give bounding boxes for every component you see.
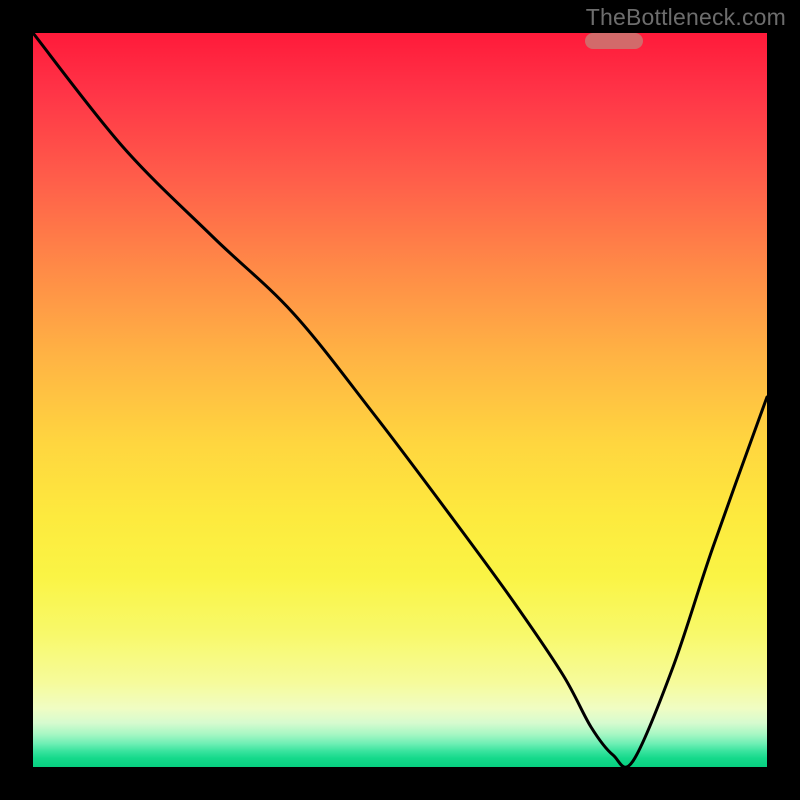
watermark-text: TheBottleneck.com <box>586 4 786 31</box>
plot-area <box>33 33 767 767</box>
bottleneck-curve <box>33 33 767 767</box>
optimal-marker <box>585 33 643 49</box>
chart-frame: TheBottleneck.com <box>0 0 800 800</box>
